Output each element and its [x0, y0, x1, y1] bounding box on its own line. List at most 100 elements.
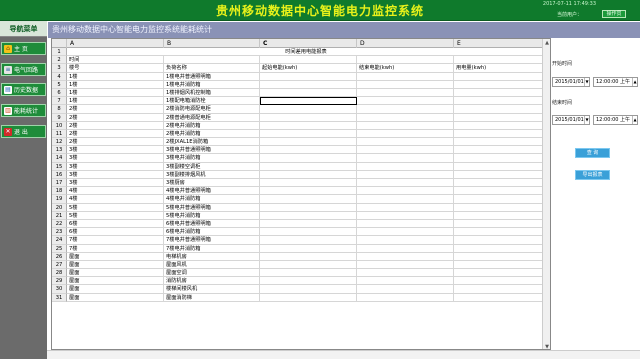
- cell[interactable]: [260, 269, 357, 278]
- cell[interactable]: [357, 154, 454, 163]
- cell[interactable]: [260, 138, 357, 147]
- cell[interactable]: [260, 56, 357, 65]
- cell[interactable]: [357, 105, 454, 114]
- cell[interactable]: [454, 88, 544, 98]
- cell[interactable]: [260, 154, 357, 163]
- cell-floor[interactable]: 屋面: [67, 285, 164, 294]
- header-cell-start-energy[interactable]: 起始电能(kwh): [260, 64, 357, 73]
- cell[interactable]: [454, 80, 544, 89]
- cell[interactable]: [357, 269, 454, 278]
- cell[interactable]: [454, 244, 544, 253]
- scroll-up-icon[interactable]: ▲: [543, 39, 550, 47]
- cell-load-name[interactable]: 4楼电井消防箱: [164, 195, 260, 204]
- cell-floor[interactable]: 5楼: [67, 211, 164, 220]
- header-cell-end-energy[interactable]: 结束电能(kwh): [357, 64, 454, 73]
- cell[interactable]: [260, 228, 357, 237]
- column-header[interactable]: D: [357, 39, 454, 48]
- cell-floor[interactable]: 3楼: [67, 170, 164, 179]
- cell-load-name[interactable]: 3楼副楼排烟风机: [164, 170, 260, 179]
- header-cell-consumption[interactable]: 用电量(kwh): [454, 64, 544, 73]
- cell[interactable]: [357, 88, 454, 98]
- cell[interactable]: [260, 72, 357, 81]
- cell[interactable]: [260, 277, 357, 286]
- sidebar-item-exit[interactable]: ✕ 退 出: [1, 125, 46, 138]
- cell-load-name[interactable]: 7楼电井普通照明箱: [164, 236, 260, 245]
- cell-floor[interactable]: 屋面: [67, 277, 164, 286]
- cell-load-name[interactable]: 2楼JXAL1E消防箱: [164, 138, 260, 147]
- cell[interactable]: [260, 211, 357, 220]
- cell-load-name[interactable]: 1楼电井消防箱: [164, 80, 260, 89]
- cell[interactable]: [357, 80, 454, 89]
- query-button[interactable]: 查 询: [575, 148, 610, 158]
- cell[interactable]: [454, 293, 544, 302]
- cell[interactable]: [357, 72, 454, 81]
- cell-load-name[interactable]: 2楼普通电源配电柜: [164, 113, 260, 122]
- cell[interactable]: [357, 187, 454, 196]
- cell[interactable]: [454, 269, 544, 278]
- cell[interactable]: [260, 203, 357, 212]
- cell-floor[interactable]: 5楼: [67, 203, 164, 212]
- cell-load-name[interactable]: 屋面消防梯: [164, 293, 260, 302]
- header-cell-load[interactable]: 负荷名称: [164, 64, 260, 73]
- cell-load-name[interactable]: 2楼消防电源配电柜: [164, 105, 260, 114]
- cell-floor[interactable]: 3楼: [67, 154, 164, 163]
- cell-floor[interactable]: 3楼: [67, 146, 164, 155]
- cell[interactable]: [454, 154, 544, 163]
- sidebar-item-circuit[interactable]: ≡ 电气回路: [1, 63, 46, 76]
- scroll-down-icon[interactable]: ▼: [543, 343, 550, 349]
- cell-floor[interactable]: 1楼: [67, 97, 164, 106]
- cell-load-name[interactable]: 6楼电井消防箱: [164, 228, 260, 237]
- sidebar-item-energy[interactable]: ▥ 能耗统计: [1, 104, 46, 117]
- cell[interactable]: [164, 56, 260, 65]
- start-time-picker[interactable]: 12:00:00 上午 ▲: [593, 77, 638, 87]
- report-spreadsheet[interactable]: A B C D E 1 时间差用电能报表 2 时间 3 楼号 负荷名称 起始电能…: [51, 38, 551, 350]
- cell-floor[interactable]: 2楼: [67, 105, 164, 114]
- cell[interactable]: [357, 170, 454, 179]
- cell-floor[interactable]: 3楼: [67, 162, 164, 171]
- time-spinner-icon[interactable]: ▲: [632, 78, 637, 86]
- cell[interactable]: [260, 260, 357, 270]
- cell[interactable]: [357, 228, 454, 237]
- cell-load-name[interactable]: 2楼电井消防箱: [164, 121, 260, 130]
- cell[interactable]: [260, 244, 357, 253]
- cell-floor[interactable]: 3楼: [67, 179, 164, 188]
- cell[interactable]: [454, 252, 544, 261]
- cell[interactable]: [357, 203, 454, 212]
- cell[interactable]: [454, 236, 544, 245]
- time-label-cell[interactable]: 时间: [67, 56, 164, 65]
- cell[interactable]: [357, 162, 454, 171]
- cell-load-name[interactable]: 电梯机房: [164, 252, 260, 261]
- column-header[interactable]: A: [67, 39, 164, 48]
- cell-load-name[interactable]: 1楼排烟风机控制箱: [164, 88, 260, 98]
- cell-load-name[interactable]: 3楼电井普通照明箱: [164, 146, 260, 155]
- cell-floor[interactable]: 4楼: [67, 187, 164, 196]
- cell[interactable]: [357, 121, 454, 130]
- cell[interactable]: [260, 195, 357, 204]
- cell[interactable]: [454, 211, 544, 220]
- export-report-button[interactable]: 导出报表: [575, 170, 610, 180]
- cell[interactable]: [454, 162, 544, 171]
- time-spinner-icon[interactable]: ▲: [632, 116, 637, 124]
- cell-load-name[interactable]: 3楼电井消防箱: [164, 154, 260, 163]
- cell[interactable]: [260, 129, 357, 139]
- operator-button[interactable]: 操作员: [602, 10, 626, 18]
- cell-floor[interactable]: 4楼: [67, 195, 164, 204]
- cell[interactable]: [357, 260, 454, 270]
- cell[interactable]: [454, 277, 544, 286]
- cell[interactable]: [454, 105, 544, 114]
- cell[interactable]: [357, 146, 454, 155]
- report-title-cell[interactable]: 时间差用电能报表: [67, 48, 544, 57]
- cell[interactable]: [357, 252, 454, 261]
- cell[interactable]: [454, 179, 544, 188]
- cell-load-name[interactable]: 3楼副楼空调柜: [164, 162, 260, 171]
- cell-floor[interactable]: 2楼: [67, 113, 164, 122]
- cell-floor[interactable]: 6楼: [67, 228, 164, 237]
- cell[interactable]: [454, 113, 544, 122]
- cell-load-name[interactable]: 1楼配电箱消防栓: [164, 97, 260, 106]
- cell-floor[interactable]: 屋面: [67, 269, 164, 278]
- cell-floor[interactable]: 2楼: [67, 129, 164, 139]
- cell[interactable]: [357, 129, 454, 139]
- cell[interactable]: [260, 88, 357, 98]
- cell[interactable]: [454, 138, 544, 147]
- cell[interactable]: [260, 219, 357, 229]
